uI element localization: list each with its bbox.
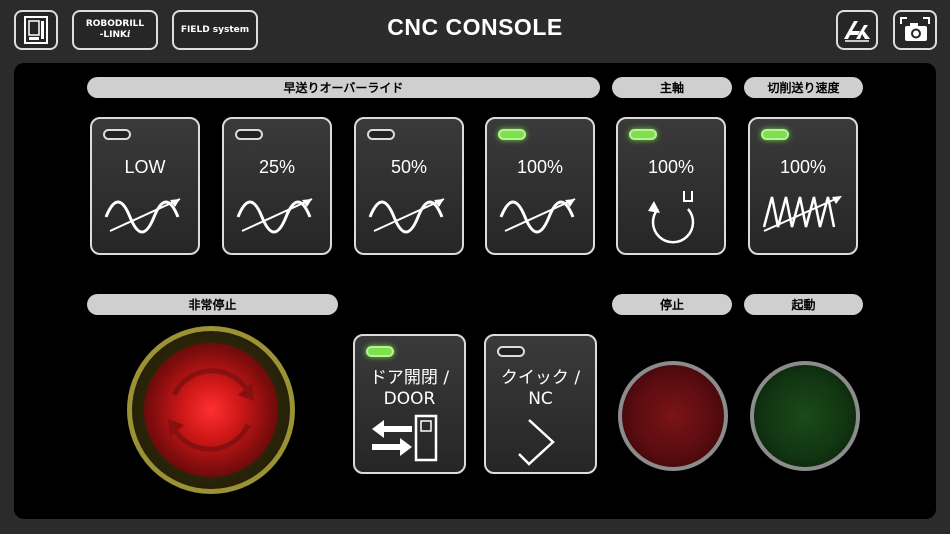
camera-icon xyxy=(900,17,930,41)
rapid-override-header: 早送りオーバーライド xyxy=(87,77,600,98)
quick-nc-label-line2: NC xyxy=(528,389,553,409)
quick-nc-button[interactable]: クイック / NC xyxy=(484,334,597,474)
emergency-stop-face xyxy=(144,343,278,477)
feed-zigzag-icon xyxy=(762,196,842,232)
spindle-header: 主軸 xyxy=(612,77,732,98)
robodrill-label: ROBODRILL xyxy=(85,19,145,29)
quick-nc-chevron-icon xyxy=(518,419,555,466)
door-label-line1: ドア開閉 / xyxy=(369,368,450,388)
door-button[interactable]: ドア開閉 / DOOR xyxy=(353,334,466,474)
door-icon xyxy=(372,414,438,462)
feed-rate-header: 切削送り速度 xyxy=(744,77,863,98)
rapid-low-label: LOW xyxy=(124,157,166,177)
stop-header: 停止 xyxy=(612,294,732,315)
feed-label: 100% xyxy=(779,157,827,177)
rapid-50-label: 50% xyxy=(390,157,428,177)
robodrill-link-button[interactable]: ROBODRILL -LINKi xyxy=(72,10,158,50)
rapid-wave-icon xyxy=(499,198,576,234)
axis-logo-icon xyxy=(844,21,870,42)
page-title: CNC CONSOLE xyxy=(387,14,563,40)
field-system-label: FIELD system xyxy=(180,25,250,35)
spindle-label: 100% xyxy=(647,157,695,177)
feed-led xyxy=(761,129,789,140)
emergency-stop-header: 非常停止 xyxy=(87,294,338,315)
rapid-50-button[interactable]: 50% xyxy=(354,117,464,255)
rapid-100-label: 100% xyxy=(516,157,564,177)
door-label: ドア開閉 / DOOR xyxy=(355,368,464,410)
rapid-wave-icon xyxy=(104,198,181,234)
field-system-button[interactable]: FIELD system xyxy=(172,10,258,50)
machine-button[interactable] xyxy=(14,10,58,50)
start-lamp-button[interactable] xyxy=(750,361,860,471)
machine-icon xyxy=(24,16,48,44)
rapid-wave-icon xyxy=(236,198,313,234)
rapid-low-button[interactable]: LOW xyxy=(90,117,200,255)
quick-nc-led xyxy=(497,346,525,357)
rapid-wave-icon xyxy=(368,198,445,234)
spindle-100-button[interactable]: 100% xyxy=(616,117,726,255)
link-label: -LINKi xyxy=(99,30,131,40)
quick-nc-label: クイック / NC xyxy=(486,368,595,410)
feed-100-button[interactable]: 100% xyxy=(748,117,858,255)
rapid-100-button[interactable]: 100% xyxy=(485,117,595,255)
rapid-50-led xyxy=(367,129,395,140)
console-panel: 早送りオーバーライド 主軸 切削送り速度 非常停止 停止 起動 LOW 25% … xyxy=(14,63,936,519)
rapid-low-led xyxy=(103,129,131,140)
door-label-line2: DOOR xyxy=(383,389,436,409)
rapid-25-button[interactable]: 25% xyxy=(222,117,332,255)
start-header: 起動 xyxy=(744,294,863,315)
rapid-100-led xyxy=(498,129,526,140)
quick-nc-label-line1: クイック / xyxy=(500,368,581,388)
rapid-25-led xyxy=(235,129,263,140)
rapid-25-label: 25% xyxy=(258,157,296,177)
stop-lamp-button[interactable] xyxy=(618,361,728,471)
door-led xyxy=(366,346,394,357)
screenshot-button[interactable] xyxy=(893,10,937,50)
axis-button[interactable] xyxy=(836,10,878,50)
rotate-arrows-icon xyxy=(168,368,254,452)
spindle-rotation-icon xyxy=(648,191,695,244)
spindle-led xyxy=(629,129,657,140)
emergency-stop-button[interactable] xyxy=(127,326,295,494)
